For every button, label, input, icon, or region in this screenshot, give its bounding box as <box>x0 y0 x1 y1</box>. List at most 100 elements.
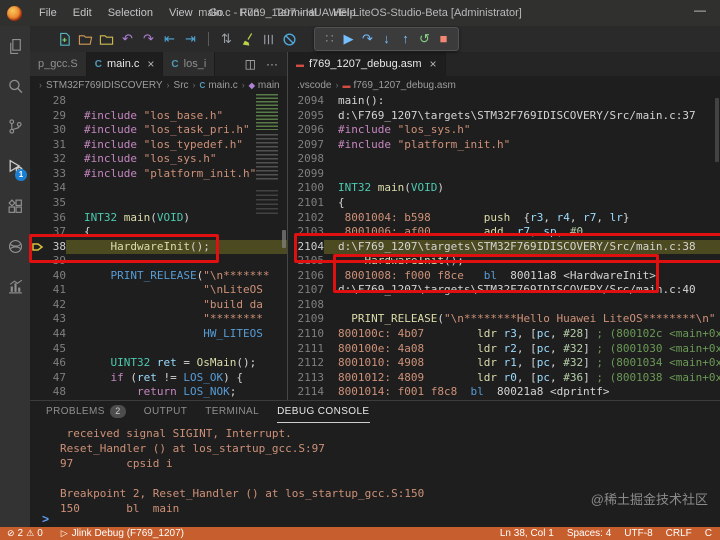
menu-edit[interactable]: Edit <box>65 5 100 21</box>
line-number[interactable]: 47 <box>46 371 66 386</box>
close-icon[interactable]: × <box>147 57 154 71</box>
debug-console-input[interactable]: > <box>42 512 49 526</box>
panel-tab-output[interactable]: OUTPUT <box>144 401 188 423</box>
code-line-37[interactable]: 37 { <box>30 225 287 240</box>
status-item-crlf[interactable]: CRLF <box>666 528 692 539</box>
line-number[interactable]: 48 <box>46 385 66 400</box>
line-number[interactable]: 2103 <box>296 225 325 240</box>
import-view-icon[interactable]: ⇤ <box>160 29 179 49</box>
step-into-button[interactable]: ↓ <box>377 29 396 49</box>
line-number[interactable]: 2106 <box>296 269 325 284</box>
breadcrumb-item[interactable]: ▬ f769_1207_debug.asm <box>342 80 455 91</box>
restart-button[interactable]: ↺ <box>415 29 434 49</box>
line-number[interactable]: 2110 <box>296 327 325 342</box>
right-code-editor[interactable]: 2094 main(): 2095 d:\F769_1207\targets\STM3… <box>288 94 720 400</box>
close-icon[interactable]: × <box>430 57 437 71</box>
line-number[interactable]: 30 <box>46 123 66 138</box>
menu-file[interactable]: File <box>31 5 65 21</box>
code-line-2103[interactable]: 2103 8001006: af00 add r7, sp, #0 <box>288 225 720 240</box>
line-number[interactable]: 2111 <box>296 342 325 357</box>
code-line-2104[interactable]: 2104 d:\F769_1207\targets\STM32F769IDISCO… <box>288 239 720 255</box>
code-line-2108[interactable]: 2108 <box>288 298 720 313</box>
new-project-icon[interactable] <box>55 29 74 49</box>
status-item-c[interactable]: C <box>705 528 712 539</box>
code-line-44[interactable]: 44 HW_LITEOS <box>30 327 287 342</box>
panel-tab-terminal[interactable]: TERMINAL <box>205 401 259 423</box>
code-line-36[interactable]: 36 INT32 main(VOID) <box>30 211 287 226</box>
open-folder-icon[interactable] <box>76 29 95 49</box>
breadcrumb-item[interactable]: .vscode <box>297 80 331 91</box>
panel-tab-problems[interactable]: PROBLEMS 2 <box>46 401 126 423</box>
code-line-30[interactable]: 30 #include "los_task_pri.h" <box>30 123 287 138</box>
import-project-icon[interactable] <box>97 29 116 49</box>
code-line-34[interactable]: 34 <box>30 181 287 196</box>
code-line-35[interactable]: 35 <box>30 196 287 211</box>
code-line-2105[interactable]: 2105 HardwareInit(); <box>288 254 720 269</box>
redo-icon[interactable]: ↷ <box>139 29 158 49</box>
line-number[interactable]: 35 <box>46 196 66 211</box>
code-line-2109[interactable]: 2109 PRINT_RELEASE("\n********Hello Huaw… <box>288 312 720 327</box>
search-icon[interactable] <box>0 66 30 106</box>
left-scrollbar[interactable] <box>282 230 286 248</box>
tab-f769_1207_debug-asm[interactable]: ▬ f769_1207_debug.asm × <box>288 52 446 76</box>
build-icon[interactable]: ⇅ <box>217 29 236 49</box>
line-number[interactable]: 32 <box>46 152 66 167</box>
code-line-47[interactable]: 47 if (ret != LOS_OK) { <box>30 371 287 386</box>
status-item-spaces[interactable]: Spaces: 4 <box>567 528 611 539</box>
code-line-2101[interactable]: 2101 { <box>288 196 720 211</box>
code-line-28[interactable]: 28 <box>30 94 287 109</box>
minimize-icon[interactable]: — <box>694 3 706 17</box>
code-line-46[interactable]: 46 UINT32 ret = OsMain(); <box>30 356 287 371</box>
line-number[interactable]: 44 <box>46 327 66 342</box>
debug-status[interactable]: ▷ Jlink Debug (F769_1207) <box>61 528 184 539</box>
stop-button[interactable]: ■ <box>434 29 453 49</box>
code-line-42[interactable]: 42 "build da <box>30 298 287 313</box>
code-line-2096[interactable]: 2096 #include "los_sys.h" <box>288 123 720 138</box>
breadcrumb-item[interactable]: Src <box>174 80 189 91</box>
step-over-button[interactable]: ↷ <box>358 29 377 49</box>
line-number[interactable]: 37 <box>46 225 66 240</box>
menu-selection[interactable]: Selection <box>100 5 161 21</box>
burn-icon[interactable] <box>259 29 278 49</box>
code-line-48[interactable]: 48 return LOS_NOK; <box>30 385 287 400</box>
explorer-icon[interactable] <box>0 26 30 66</box>
code-line-31[interactable]: 31 #include "los_typedef.h" <box>30 138 287 153</box>
line-number[interactable]: 2101 <box>296 196 325 211</box>
line-number[interactable]: 31 <box>46 138 66 153</box>
code-line-29[interactable]: 29 #include "los_base.h" <box>30 109 287 124</box>
code-line-40[interactable]: 40 PRINT_RELEASE("\n******* <box>30 269 287 284</box>
right-scrollbar[interactable] <box>715 98 719 162</box>
line-number[interactable]: 2094 <box>296 94 325 109</box>
problems-status[interactable]: ⊘ 2 ⚠ 0 <box>7 528 43 539</box>
code-line-2111[interactable]: 2111 800100e: 4a08 ldr r2, [pc, #32] ; (8… <box>288 342 720 357</box>
code-line-2099[interactable]: 2099 <box>288 167 720 182</box>
line-number[interactable]: 2108 <box>296 298 325 313</box>
stop-build-icon[interactable] <box>280 29 299 49</box>
line-number[interactable]: 2114 <box>296 385 325 400</box>
line-number[interactable]: 2100 <box>296 181 325 196</box>
continue-button[interactable]: ▶ <box>339 29 358 49</box>
code-line-41[interactable]: 41 "\nLiteOS <box>30 283 287 298</box>
panel-tab-debug-console[interactable]: DEBUG CONSOLE <box>277 401 370 423</box>
code-line-43[interactable]: 43 "******** <box>30 312 287 327</box>
code-line-2097[interactable]: 2097 #include "platform_init.h" <box>288 138 720 153</box>
line-number[interactable]: 2105 <box>296 254 325 269</box>
step-out-button[interactable]: ↑ <box>396 29 415 49</box>
tab-main-c[interactable]: Cmain.c × <box>86 52 164 76</box>
code-line-2112[interactable]: 2112 8001010: 4908 ldr r1, [pc, #32] ; (8… <box>288 356 720 371</box>
code-line-2098[interactable]: 2098 <box>288 152 720 167</box>
more-actions-icon[interactable]: ··· <box>266 57 278 71</box>
line-number[interactable]: 2102 <box>296 211 325 226</box>
liteos-studio-icon[interactable] <box>0 226 30 266</box>
line-number[interactable]: 29 <box>46 109 66 124</box>
undo-icon[interactable]: ↶ <box>118 29 137 49</box>
code-line-2100[interactable]: 2100 INT32 main(VOID) <box>288 181 720 196</box>
line-number[interactable]: 43 <box>46 312 66 327</box>
line-number[interactable]: 42 <box>46 298 66 313</box>
tab-los_i[interactable]: Clos_i <box>163 52 216 76</box>
code-line-38[interactable]: 38 HardwareInit(); <box>30 239 287 255</box>
line-number[interactable]: 2098 <box>296 152 325 167</box>
code-line-45[interactable]: 45 <box>30 342 287 357</box>
line-number[interactable]: 36 <box>46 211 66 226</box>
code-line-39[interactable]: 39 <box>30 254 287 269</box>
